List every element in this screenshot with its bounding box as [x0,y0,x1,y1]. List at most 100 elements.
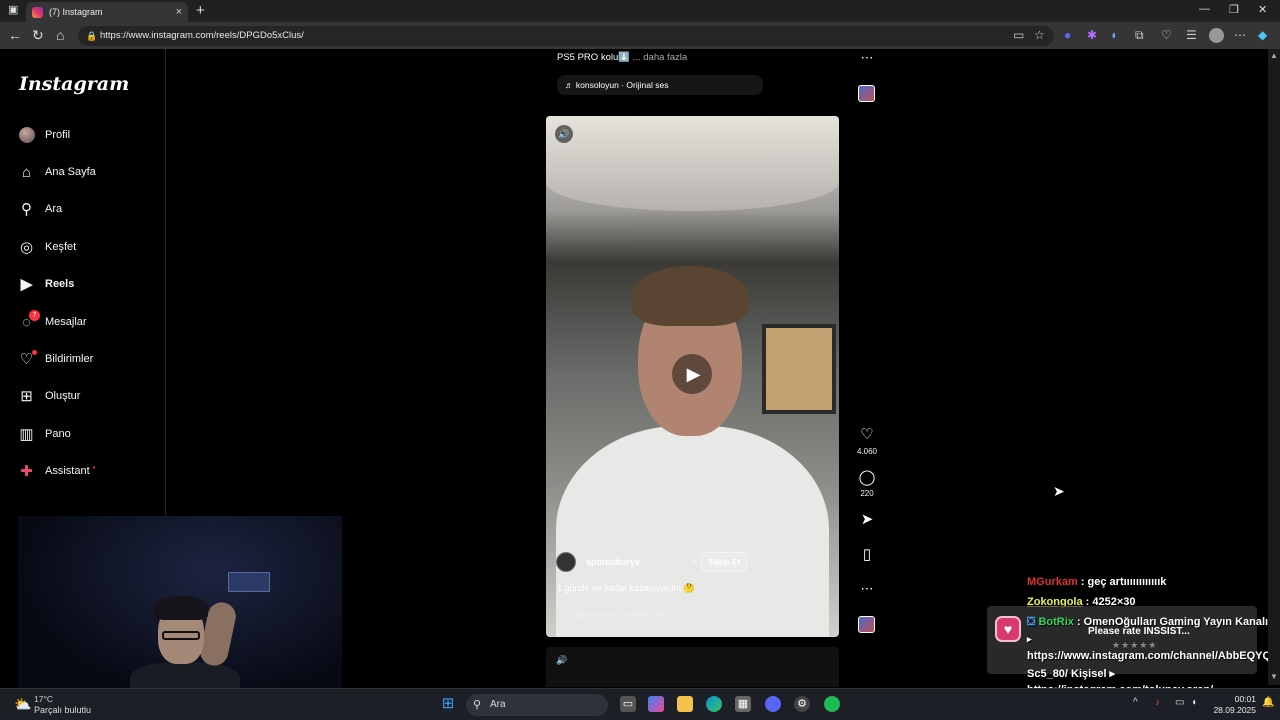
close-window-icon[interactable]: ✕ [1258,3,1267,16]
copilot-icon[interactable] [648,696,664,712]
instagram-logo[interactable]: Instagram [19,73,129,95]
compass-icon: ◎ [19,239,34,256]
start-icon[interactable]: ⊞ [440,696,456,712]
copilot-icon[interactable]: ◆ [1258,28,1267,42]
volume-icon[interactable]: 🔊 [555,125,573,143]
reel-author[interactable]: sporcukurye [556,552,640,572]
sidebar-item-search[interactable]: ⚲ Ara [18,197,62,221]
mouse-cursor-icon: ➤ [1053,483,1065,499]
speaker-extension-icon[interactable]: ◖ [1110,28,1117,42]
sidebar-item-label: Ara [45,203,63,215]
scroll-up-icon[interactable]: ▲ [1270,51,1278,60]
reel-video[interactable]: 🔊 ▶ sporcukurye • Takip Et 1 günde ne ka… [546,116,839,637]
system-clock[interactable]: 00:01 28.09.2025 [1206,694,1256,716]
sidebar-item-home[interactable]: ⌂ Ana Sayfa [18,160,96,184]
chat-message: MGurkam : geç artıııııııııııık [1027,576,1166,588]
comment-icon[interactable]: ◯ [856,468,878,486]
sidebar-item-profile[interactable]: Profil [18,123,70,147]
audio-thumb[interactable] [858,616,875,633]
sidebar-item-create[interactable]: ⊞ Oluştur [18,384,80,408]
new-tab-button[interactable]: + [196,2,205,19]
tab-instagram[interactable]: (7) Instagram × [26,2,188,22]
reload-icon[interactable]: ↻ [32,27,44,44]
favorites-icon[interactable]: ☰ [1186,28,1197,42]
app-icon[interactable]: ⚙ [794,696,810,712]
notification-dot [32,349,37,355]
author-avatar[interactable] [556,552,576,572]
home-icon[interactable]: ⌂ [56,27,64,43]
spotify-icon[interactable] [824,696,840,712]
sidebar-item-label: Pano [45,428,71,440]
sidebar-item-label: Mesajlar [45,316,87,328]
plus-square-icon: ⊞ [20,388,33,405]
like-count: 4.060 [856,447,878,456]
save-bookmark-icon[interactable]: ▯ [856,545,878,563]
reels-icon: ▶ [20,276,33,293]
video-hair [632,266,748,326]
sidebar-item-label: Reels [45,278,75,290]
more-link[interactable]: ... daha fazla [633,52,687,63]
network-icon[interactable]: ▭ [1175,697,1184,708]
home-icon: ⌂ [21,163,32,181]
previous-more-options-icon[interactable]: ⋯ [856,50,878,66]
volume-tray-icon[interactable]: ◖ [1191,697,1197,708]
edge-icon[interactable] [706,696,722,712]
video-shirt [556,426,829,637]
discord-icon[interactable] [765,696,781,712]
reel-caption[interactable]: 1 günde ne kadar kazanıyorum 🤔 [557,583,695,594]
file-explorer-icon[interactable] [677,696,693,712]
author-username[interactable]: sporcukurye [586,557,640,567]
previous-audio-thumb[interactable] [858,85,875,102]
reel-audio[interactable]: ♬ sporcukurye · Orijinal ses [564,610,664,619]
scroll-down-icon[interactable]: ▼ [1270,672,1278,681]
microphone-icon[interactable]: ♪ [1155,697,1160,708]
store-icon[interactable]: ▦ [735,696,751,712]
sidebar-item-assistant[interactable]: ✚ Assistant • [18,459,95,483]
tab-actions-icon[interactable]: ▣ [8,3,18,16]
tab-title: (7) Instagram [49,7,103,17]
video-ceiling [546,116,839,211]
page-scrollbar[interactable]: ▲ ▼ [1268,49,1280,685]
comment-count: 220 [860,489,874,498]
url-input[interactable]: 🔒 https://www.instagram.com/reels/DPGDo5… [78,26,1054,46]
next-reel-preview[interactable]: 🔊 [546,647,839,687]
audio-extension-icon[interactable]: ✱ [1087,28,1097,42]
sidebar-item-messages[interactable]: ◌ 7 Mesajlar [18,309,87,334]
app-available-icon[interactable]: ▭ [1013,28,1024,42]
extension-icon[interactable]: ● [1064,28,1071,42]
restore-icon[interactable]: ❐ [1229,3,1239,16]
play-icon[interactable]: ▶ [672,354,712,394]
sidebar-item-reels[interactable]: ▶ Reels [18,272,75,296]
tray-chevron-icon[interactable]: ^ [1133,697,1138,708]
extensions-icon[interactable]: ⧉ [1135,28,1144,43]
favorite-star-icon[interactable]: ☆ [1034,28,1045,42]
close-tab-icon[interactable]: × [176,6,182,18]
chat-link-cont: Sc5_80/ Kişisel ▸ [1027,668,1116,680]
follow-button[interactable]: Takip Et [701,552,748,572]
like-icon[interactable]: ♡ [856,425,878,443]
browser-essentials-icon[interactable]: ♡ [1161,28,1172,42]
instagram-favicon-icon [32,6,43,18]
chat-message: ⛋ BotRix : OmenOğulları Gaming Yayın Kan… [1027,616,1272,629]
back-icon[interactable]: ← [8,27,22,43]
sidebar-item-dashboard[interactable]: ▥ Pano [18,422,71,446]
sidebar-item-notifications[interactable]: ♡ Bildirimler [18,347,93,371]
address-toolbar: ← ↻ ⌂ 🔒 https://www.instagram.com/reels/… [0,22,1280,49]
more-options-icon[interactable]: ⋯ [856,581,878,597]
previous-reel-audio[interactable]: ♬ konsoloyun · Orijinal ses [557,75,763,95]
task-view-icon[interactable]: ▭ [620,696,636,712]
next-volume-icon[interactable]: 🔊 [556,655,567,666]
share-icon[interactable]: ➤ [856,510,878,528]
minimize-icon[interactable]: — [1199,3,1210,15]
notification-bell-icon[interactable]: 🔔 [1262,697,1274,708]
weather-text: Parçalı bulutlu [34,705,92,715]
previous-reel-caption[interactable]: PS5 PRO kolu⬇️ ... daha fazla [557,52,687,63]
sidebar-item-explore[interactable]: ◎ Keşfet [18,235,76,259]
taskbar-search[interactable]: ⚲ Ara [466,694,608,716]
sidebar-item-label: Profil [45,129,71,141]
assistant-icon: ✚ [20,463,33,480]
more-menu-icon[interactable]: ⋯ [1234,28,1246,42]
profile-avatar[interactable] [1209,28,1224,43]
dashboard-icon: ▥ [19,426,34,443]
browser-titlebar: ▣ (7) Instagram × + — ❐ ✕ [0,0,1280,22]
